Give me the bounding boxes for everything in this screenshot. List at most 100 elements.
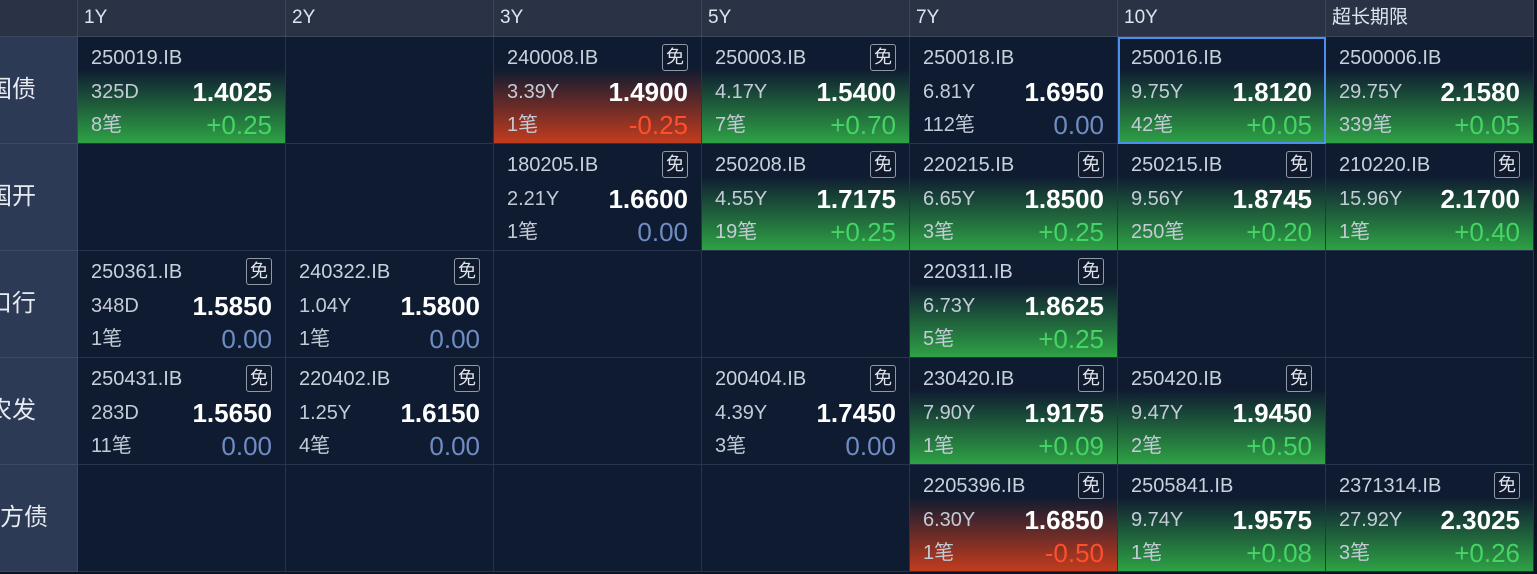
trade-count: 1笔 [507, 221, 539, 243]
yield-value: 1.9175 [1024, 398, 1104, 428]
remaining-term: 1.04Y [299, 295, 352, 317]
bond-code: 210220.IB [1339, 154, 1431, 176]
quote-cell[interactable]: 250003.IB 免 4.17Y 1.5400 7笔 +0.70 [702, 37, 910, 144]
bond-code: 2371314.IB [1339, 475, 1442, 497]
remaining-term: 348D [91, 295, 139, 317]
quote-cell[interactable]: 240008.IB 免 3.39Y 1.4900 1笔 -0.25 [494, 37, 702, 144]
quote-cell[interactable]: 250420.IB 免 9.47Y 1.9450 2笔 +0.50 [1118, 358, 1326, 465]
quote-cell[interactable]: 250019.IB 325D 1.4025 8笔 +0.25 [78, 37, 286, 144]
remaining-term: 283D [91, 402, 139, 424]
yield-change: -0.25 [628, 110, 688, 140]
tax-exempt-badge: 免 [1286, 151, 1312, 178]
bond-code: 220402.IB [299, 368, 391, 390]
trade-count: 3笔 [715, 435, 747, 457]
remaining-term: 6.73Y [923, 295, 976, 317]
quote-cell[interactable]: 2205396.IB 免 6.30Y 1.6850 1笔 -0.50 [910, 465, 1118, 572]
remaining-term: 9.75Y [1131, 81, 1184, 103]
quote-cell[interactable]: 250215.IB 免 9.56Y 1.8745 250笔 +0.20 [1118, 144, 1326, 251]
trade-count: 339笔 [1339, 114, 1393, 136]
remaining-term: 6.65Y [923, 188, 976, 210]
yield-value: 1.9450 [1232, 398, 1312, 428]
tenor-header-7y: 7Y [910, 0, 1118, 37]
row-label-cdb: 国开 [0, 144, 78, 251]
tax-exempt-badge: 免 [870, 365, 896, 392]
quote-cell[interactable]: 200404.IB 免 4.39Y 1.7450 3笔 0.00 [702, 358, 910, 465]
yield-change: +0.08 [1246, 538, 1312, 568]
empty-cell [286, 465, 494, 572]
tax-exempt-badge: 免 [246, 365, 272, 392]
tax-exempt-badge: 免 [1494, 151, 1520, 178]
trade-count: 4笔 [299, 435, 331, 457]
quote-cell[interactable]: 230420.IB 免 7.90Y 1.9175 1笔 +0.09 [910, 358, 1118, 465]
tenor-header-3y: 3Y [494, 0, 702, 37]
empty-cell [286, 37, 494, 144]
bond-code: 2500006.IB [1339, 47, 1442, 69]
quote-cell[interactable]: 250208.IB 免 4.55Y 1.7175 19笔 +0.25 [702, 144, 910, 251]
quote-cell[interactable]: 210220.IB 免 15.96Y 2.1700 1笔 +0.40 [1326, 144, 1534, 251]
quote-cell[interactable]: 240322.IB 免 1.04Y 1.5800 1笔 0.00 [286, 251, 494, 358]
tenor-header-1y: 1Y [78, 0, 286, 37]
tax-exempt-badge: 免 [1078, 365, 1104, 392]
trade-count: 1笔 [1131, 542, 1163, 564]
trade-count: 5笔 [923, 328, 955, 350]
trade-count: 1笔 [299, 328, 331, 350]
empty-cell [1118, 251, 1326, 358]
yield-value: 1.5650 [192, 398, 272, 428]
quote-cell[interactable]: 2500006.IB 29.75Y 2.1580 339笔 +0.05 [1326, 37, 1534, 144]
yield-value: 1.6150 [400, 398, 480, 428]
quote-cell[interactable]: 180205.IB 免 2.21Y 1.6600 1笔 0.00 [494, 144, 702, 251]
empty-cell [494, 465, 702, 572]
yield-change: 0.00 [845, 431, 896, 461]
yield-value: 1.4025 [192, 77, 272, 107]
trade-count: 3笔 [923, 221, 955, 243]
trade-count: 2笔 [1131, 435, 1163, 457]
yield-change: +0.25 [1038, 217, 1104, 247]
quote-cell[interactable]: 250431.IB 免 283D 1.5650 11笔 0.00 [78, 358, 286, 465]
bond-code: 240322.IB [299, 261, 391, 283]
quote-cell[interactable]: 2371314.IB 免 27.92Y 2.3025 3笔 +0.26 [1326, 465, 1534, 572]
bond-code: 200404.IB [715, 368, 807, 390]
bond-code: 220215.IB [923, 154, 1015, 176]
header-corner [0, 0, 78, 37]
trade-count: 11笔 [91, 435, 132, 457]
yield-value: 1.5850 [192, 291, 272, 321]
yield-value: 1.7175 [816, 184, 896, 214]
empty-cell [494, 358, 702, 465]
trade-count: 19笔 [715, 221, 758, 243]
quote-cell[interactable]: 220402.IB 免 1.25Y 1.6150 4笔 0.00 [286, 358, 494, 465]
empty-cell [286, 144, 494, 251]
quote-cell[interactable]: 250016.IB 9.75Y 1.8120 42笔 +0.05 [1118, 37, 1326, 144]
tax-exempt-badge: 免 [454, 258, 480, 285]
empty-cell [494, 251, 702, 358]
tax-exempt-badge: 免 [1078, 258, 1104, 285]
quote-cell[interactable]: 220215.IB 免 6.65Y 1.8500 3笔 +0.25 [910, 144, 1118, 251]
tax-exempt-badge: 免 [870, 44, 896, 71]
bond-code: 230420.IB [923, 368, 1015, 390]
yield-value: 1.9575 [1232, 505, 1312, 535]
empty-cell [1326, 251, 1534, 358]
yield-change: +0.09 [1038, 431, 1104, 461]
remaining-term: 7.90Y [923, 402, 976, 424]
remaining-term: 29.75Y [1339, 81, 1403, 103]
bond-code: 2505841.IB [1131, 475, 1234, 497]
yield-change: +0.20 [1246, 217, 1312, 247]
remaining-term: 9.74Y [1131, 509, 1184, 531]
trade-count: 1笔 [1339, 221, 1371, 243]
trade-count: 3笔 [1339, 542, 1371, 564]
quote-cell[interactable]: 250018.IB 6.81Y 1.6950 112笔 0.00 [910, 37, 1118, 144]
yield-value: 1.6850 [1024, 505, 1104, 535]
row-label-text: 农发 [0, 397, 36, 424]
remaining-term: 9.56Y [1131, 188, 1184, 210]
yield-change: 0.00 [637, 217, 688, 247]
quote-cell[interactable]: 250361.IB 免 348D 1.5850 1笔 0.00 [78, 251, 286, 358]
yield-value: 1.8745 [1232, 184, 1312, 214]
quote-cell[interactable]: 2505841.IB 9.74Y 1.9575 1笔 +0.08 [1118, 465, 1326, 572]
remaining-term: 15.96Y [1339, 188, 1403, 210]
quote-cell[interactable]: 220311.IB 免 6.73Y 1.8625 5笔 +0.25 [910, 251, 1118, 358]
trade-count: 42笔 [1131, 114, 1174, 136]
row-label-text: 国债 [0, 76, 36, 103]
row-label-text: 国开 [0, 183, 36, 210]
empty-cell [702, 465, 910, 572]
yield-value: 1.7450 [816, 398, 896, 428]
tax-exempt-badge: 免 [662, 44, 688, 71]
